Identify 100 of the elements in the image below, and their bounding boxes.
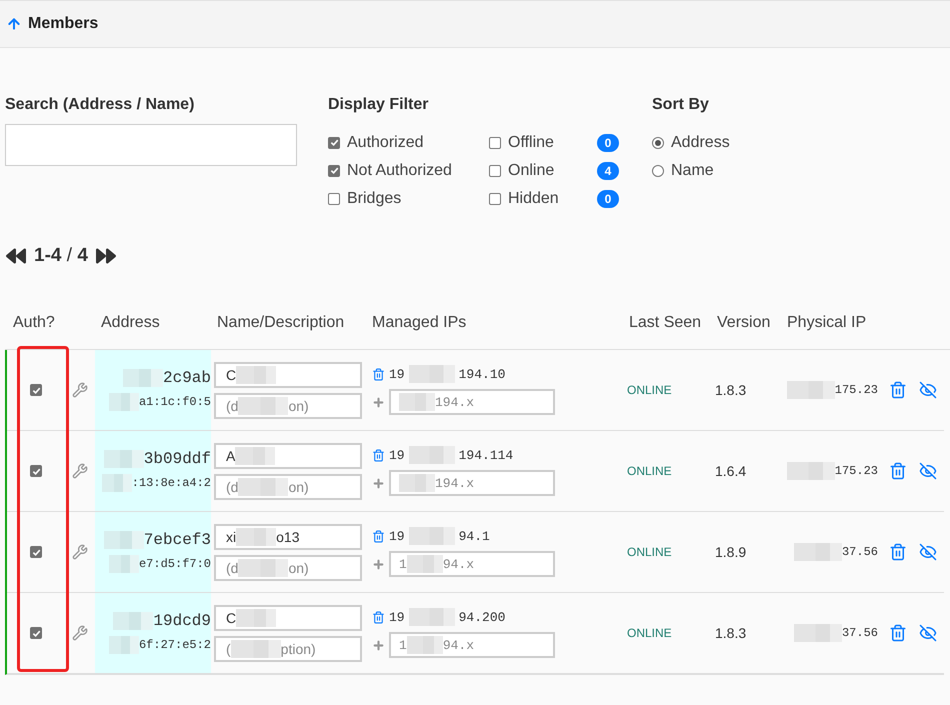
sort-radio[interactable] [652, 164, 664, 176]
redaction-blur [794, 624, 842, 642]
filter-label: Hidden [508, 190, 559, 208]
column-header: Name/Description [216, 314, 346, 332]
redaction-blur [102, 474, 132, 492]
field-text: on) [288, 478, 309, 494]
status-text: ONLINE [626, 545, 673, 559]
redaction-blur [408, 365, 455, 383]
sort-label: Address [671, 134, 730, 152]
redaction-blur [108, 393, 139, 411]
managed-ip: 194.10 [458, 366, 506, 382]
filter-title: Display Filter [328, 96, 428, 114]
redaction-blur [238, 396, 288, 414]
redaction-blur [230, 640, 281, 658]
add-ip-field[interactable]: 1 94.x [389, 551, 555, 577]
sort-label: Name [671, 162, 714, 180]
name-field[interactable]: C [214, 604, 362, 630]
add-ip-field[interactable]: 194.x [389, 389, 555, 415]
description-field[interactable]: (d on) [214, 474, 362, 500]
field-text: C [226, 366, 236, 382]
redaction-blur [406, 636, 443, 654]
wrench-icon[interactable] [72, 382, 88, 398]
wrench-icon[interactable] [72, 463, 88, 479]
plus-icon[interactable] [372, 396, 385, 408]
redaction-blur [406, 555, 443, 573]
sort-radio[interactable] [652, 136, 664, 148]
add-ip-field[interactable]: 194.x [389, 470, 555, 496]
managed-ip: 94.200 [458, 610, 506, 624]
redaction-blur [104, 450, 144, 468]
name-field[interactable]: C [214, 362, 362, 388]
status-text: ONLINE [626, 626, 673, 640]
wrench-icon[interactable] [72, 544, 88, 560]
trash-icon[interactable] [372, 368, 385, 380]
column-header: Version [716, 314, 772, 332]
field-text: (d [226, 398, 238, 414]
redaction-blur [104, 531, 144, 549]
next-page-icon[interactable] [96, 246, 116, 266]
trash-icon[interactable] [372, 530, 385, 542]
filter-checkbox[interactable] [489, 164, 501, 176]
redaction-blur [236, 366, 276, 384]
redaction-blur [399, 393, 435, 411]
redaction-blur [399, 474, 435, 492]
name-field[interactable]: A [214, 442, 362, 468]
filter-checkbox[interactable] [328, 136, 340, 148]
managed-ip: 19 [389, 610, 405, 624]
name-field[interactable]: xi o13 [214, 524, 362, 550]
member-address: 3b09ddf [144, 450, 211, 468]
redaction-blur [108, 555, 139, 573]
auth-checkbox[interactable] [30, 384, 42, 396]
filter-checkbox[interactable] [328, 164, 340, 176]
column-header: Physical IP [786, 314, 868, 332]
field-text: xi [226, 528, 236, 544]
section-title: Members [28, 15, 98, 33]
redaction-blur [786, 381, 835, 399]
status-text: ONLINE [626, 383, 673, 397]
trash-icon[interactable] [372, 448, 385, 462]
count-badge: 4 [597, 162, 619, 180]
filter-label: Offline [508, 134, 554, 152]
column-header: Last Seen [628, 314, 702, 332]
description-field[interactable]: (d on) [214, 392, 362, 418]
redaction-blur [113, 612, 154, 630]
column-header: Address [100, 314, 161, 332]
add-ip-field[interactable]: 1 94.x [389, 632, 555, 658]
redaction-blur [122, 369, 163, 387]
redaction-blur [238, 478, 288, 496]
plus-icon[interactable] [372, 558, 385, 570]
managed-ip: 19 [389, 448, 405, 462]
managed-ip: 19 [389, 366, 405, 382]
mac-address: a1:1c:f0:5 [138, 395, 211, 409]
redaction-blur [408, 446, 455, 464]
search-field[interactable] [5, 124, 297, 166]
managed-ip: 94.1 [458, 528, 490, 544]
mac-address: e7:d5:f7:0 [138, 557, 211, 571]
filter-label: Online [508, 162, 554, 180]
managed-ip: 19 [389, 528, 405, 544]
filter-checkbox[interactable] [489, 192, 501, 204]
redaction-blur [408, 527, 455, 545]
field-text: 94.x [442, 556, 474, 572]
plus-icon[interactable] [372, 638, 385, 652]
field-text: 94.x [442, 638, 474, 652]
filter-label: Bridges [347, 190, 402, 208]
trash-icon[interactable] [372, 610, 385, 624]
filter-checkbox[interactable] [489, 136, 501, 148]
description-field[interactable]: ( ption) [214, 636, 362, 662]
plus-icon[interactable] [372, 476, 385, 490]
redaction-blur [786, 462, 835, 480]
previous-page-icon[interactable] [6, 246, 26, 266]
physical-ip: 37.56 [842, 626, 878, 640]
member-address: 7ebcef3 [144, 531, 211, 549]
auth-checkbox[interactable] [30, 627, 42, 639]
redaction-blur [108, 636, 139, 654]
filter-checkbox[interactable] [328, 192, 340, 204]
field-text: (d [226, 560, 238, 576]
column-header: Managed IPs [371, 314, 468, 332]
auth-checkbox[interactable] [30, 546, 42, 558]
auth-checkbox[interactable] [30, 465, 42, 477]
description-field[interactable]: (d on) [214, 554, 362, 580]
search-label: Search (Address / Name) [5, 96, 194, 114]
version-text: 1.8.3 [714, 382, 748, 398]
wrench-icon[interactable] [72, 625, 88, 641]
